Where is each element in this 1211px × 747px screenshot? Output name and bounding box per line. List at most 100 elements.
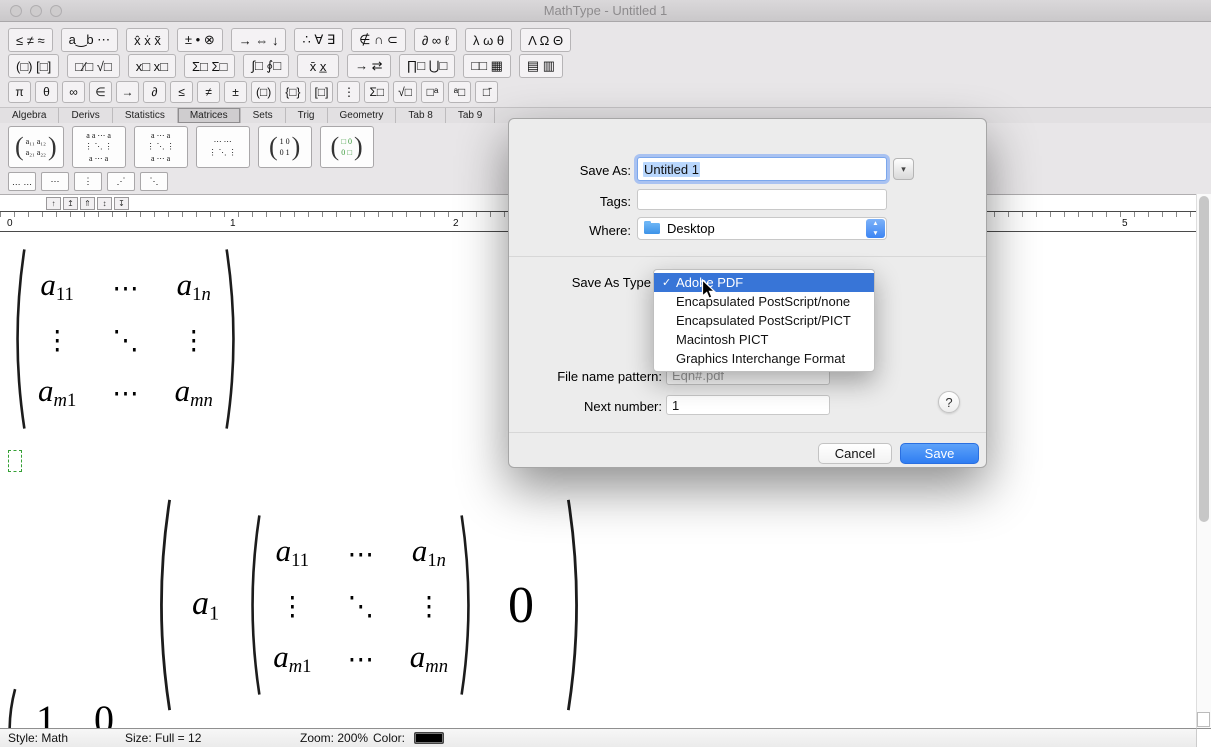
matrix-template-button-4[interactable]: ⋯ ⋯⋮ ⋱ ⋮ (196, 126, 250, 168)
small-symbol-button-2[interactable]: θ (35, 81, 58, 103)
tabstop-button-1[interactable]: ↑ (46, 197, 61, 210)
matrix-grid: a11⋯a1n⋮⋱⋮am1⋯amn (28, 266, 223, 412)
template-palette-button-4[interactable]: Σ□ Σ□ (184, 54, 235, 78)
tabstop-button-4[interactable]: ↕ (97, 197, 112, 210)
small-symbol-button-6[interactable]: ∂ (143, 81, 166, 103)
tab-trig[interactable]: Trig (286, 108, 328, 123)
status-size: Size: Full = 12 (125, 731, 201, 745)
help-button[interactable]: ? (938, 391, 960, 413)
save-button[interactable]: Save (900, 443, 979, 464)
template-palette-button-6[interactable]: x̄ x̲ (297, 54, 339, 78)
toolbar: ≤ ≠ ≈ a‿b ⋯ x̂ ẋ x̃ ± • ⊗ → ⇔ ↓ ∴ ∀ ∃ ∉ ∩ ⊂ ∂ ∞… (0, 22, 1211, 107)
symbol-palette-button-4[interactable]: ± • ⊗ (177, 28, 223, 52)
matrix-cell: a1n (412, 532, 446, 573)
small-symbol-button-8[interactable]: ≠ (197, 81, 220, 103)
symbol-palette-button-8[interactable]: ∂ ∞ ℓ (414, 28, 457, 52)
tab-statistics[interactable]: Statistics (113, 108, 178, 123)
save-as-label: Save As: (539, 163, 631, 178)
symbol-palette-button-10[interactable]: Λ Ω Θ (520, 28, 571, 52)
matrix-template-button-3[interactable]: a ⋯ a⋮ ⋱ ⋮a ⋯ a (134, 126, 188, 168)
dots-template-button-3[interactable]: ⋮ (74, 172, 102, 191)
tab-derivs[interactable]: Derivs (59, 108, 112, 123)
small-symbol-button-13[interactable]: ⋮ (337, 81, 360, 103)
small-symbol-button-14[interactable]: Σ□ (364, 81, 389, 103)
where-popup[interactable]: Desktop ▲ ▼ (637, 217, 887, 240)
color-swatch[interactable] (414, 732, 444, 744)
menu-item-encapsulated-postscript-pict[interactable]: Encapsulated PostScript/PICT (654, 311, 874, 330)
symbol-palette-button-9[interactable]: λ ω θ (465, 28, 512, 52)
equation-partial-bottom[interactable]: 10 (2, 688, 134, 728)
small-symbol-button-1[interactable]: π (8, 81, 31, 103)
small-symbol-button-15[interactable]: √□ (393, 81, 417, 103)
tab-geometry[interactable]: Geometry (328, 108, 397, 123)
tab-tab-9[interactable]: Tab 9 (446, 108, 495, 123)
tab-tab-8[interactable]: Tab 8 (396, 108, 445, 123)
small-symbol-button-7[interactable]: ≤ (170, 81, 193, 103)
template-palette-button-3[interactable]: x□ x□ (128, 54, 176, 78)
save-as-input[interactable]: Untitled 1 (637, 157, 887, 181)
small-symbol-button-4[interactable]: ∈ (89, 81, 112, 103)
matrix-template-button-2[interactable]: a a ⋯ a⋮ ⋱ ⋮a ⋯ a (72, 126, 126, 168)
tab-matrices[interactable]: Matrices (178, 108, 241, 123)
equation-matrix-top[interactable]: a11⋯a1n⋮⋱⋮am1⋯amn (8, 247, 243, 431)
menu-item-encapsulated-postscript-none[interactable]: Encapsulated PostScript/none (654, 292, 874, 311)
template-palette-button-8[interactable]: ∏□ ⋃□ (399, 54, 456, 78)
small-symbol-button-10[interactable]: (□) (251, 81, 276, 103)
menu-item-adobe-pdf[interactable]: ✓Adobe PDF (654, 273, 874, 292)
dots-template-button-2[interactable]: ⋯ (41, 172, 69, 191)
matrix-cell: am1 (38, 372, 76, 413)
template-palette-button-7[interactable]: → ⇄ (347, 54, 391, 78)
dots-template-button-5[interactable]: ⋱ (140, 172, 168, 191)
tabstop-button-5[interactable]: ↧ (114, 197, 129, 210)
template-palette-button-9[interactable]: □□ ▦ (463, 54, 511, 78)
template-palette-button-1[interactable]: (□) [□] (8, 54, 59, 78)
small-symbol-button-9[interactable]: ± (224, 81, 247, 103)
menu-item-macintosh-pict[interactable]: Macintosh PICT (654, 330, 874, 349)
tabstop-button-2[interactable]: ↥ (63, 197, 78, 210)
file-pattern-label: File name pattern: (515, 369, 662, 384)
template-palette-button-2[interactable]: □∕□ √□ (67, 54, 119, 78)
menu-item-graphics-interchange-format[interactable]: Graphics Interchange Format (654, 349, 874, 368)
vertical-scrollbar[interactable] (1196, 194, 1211, 728)
matrix-template-button-6[interactable]: (□ 00 □) (320, 126, 374, 168)
tab-sets[interactable]: Sets (241, 108, 286, 123)
small-symbol-button-12[interactable]: [□] (310, 81, 334, 103)
scrollbar-thumb[interactable] (1199, 196, 1209, 522)
next-number-value: 1 (672, 398, 679, 413)
mouse-cursor-icon (701, 279, 716, 300)
template-palette-button-5[interactable]: ∫□ ∮□ (243, 54, 289, 78)
zero-entry: 0 (508, 576, 534, 635)
matrix-template-button-5[interactable]: (1 00 1) (258, 126, 312, 168)
template-palette-button-10[interactable]: ▤ ▥ (519, 54, 563, 78)
toolbar-row-1: ≤ ≠ ≈ a‿b ⋯ x̂ ẋ x̃ ± • ⊗ → ⇔ ↓ ∴ ∀ ∃ ∉ ∩ ⊂ ∂ ∞… (8, 28, 571, 52)
tabstop-button-3[interactable]: ⇑ (80, 197, 95, 210)
small-symbol-button-11[interactable]: {□} (280, 81, 305, 103)
matrix-template-button-1[interactable]: (a₁₁ a₁₂a₂₁ a₂₂) (8, 126, 64, 168)
matrix-cell: ⋮ (416, 586, 442, 623)
dots-template-button-1[interactable]: … … (8, 172, 36, 191)
small-symbol-button-18[interactable]: □̄ (475, 81, 498, 103)
disclosure-button[interactable]: ▾ (893, 158, 914, 180)
menu-item-label: Graphics Interchange Format (676, 351, 845, 366)
tags-input[interactable] (637, 189, 887, 210)
symbol-palette-button-1[interactable]: ≤ ≠ ≈ (8, 28, 53, 52)
where-label: Where: (539, 223, 631, 238)
small-symbol-button-16[interactable]: □ᵃ (421, 81, 444, 103)
symbol-palette-button-3[interactable]: x̂ ẋ x̃ (126, 28, 169, 52)
small-symbol-button-5[interactable]: → (116, 81, 139, 103)
dots-template-button-4[interactable]: ⋰ (107, 172, 135, 191)
left-paren-icon: ( (269, 134, 278, 160)
symbol-palette-button-2[interactable]: a‿b ⋯ (61, 28, 119, 52)
symbol-palette-button-7[interactable]: ∉ ∩ ⊂ (351, 28, 406, 52)
empty-slot-placeholder[interactable] (8, 450, 22, 472)
next-number-input[interactable]: 1 (666, 395, 830, 415)
matrix-cell: ⋮ (44, 320, 70, 357)
cancel-button[interactable]: Cancel (818, 443, 892, 464)
tab-algebra[interactable]: Algebra (0, 108, 59, 123)
symbol-palette-button-5[interactable]: → ⇔ ↓ (231, 28, 287, 52)
symbol-palette-button-6[interactable]: ∴ ∀ ∃ (294, 28, 343, 52)
small-symbol-button-17[interactable]: ᵃ□ (448, 81, 471, 103)
small-symbol-button-3[interactable]: ∞ (62, 81, 85, 103)
equation-matrix-nested[interactable]: a1 a11⋯a1n⋮⋱⋮am1⋯amn 0 (150, 497, 588, 713)
popup-stepper[interactable]: ▲ ▼ (866, 219, 885, 238)
